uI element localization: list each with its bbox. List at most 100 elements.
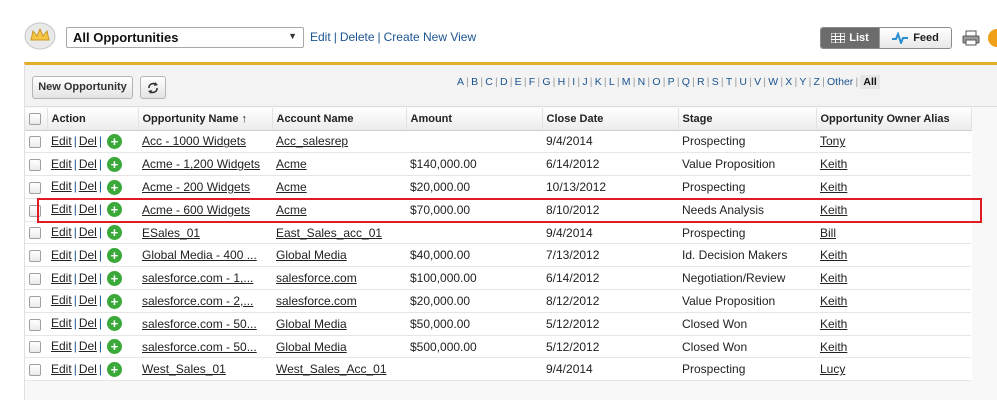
delete-view-link[interactable]: Delete bbox=[340, 30, 375, 44]
column-header-owner-alias[interactable]: Opportunity Owner Alias bbox=[816, 108, 972, 131]
row-checkbox[interactable] bbox=[29, 204, 41, 217]
owner-alias-link[interactable]: Tony bbox=[820, 134, 845, 148]
alpha-filter-p[interactable]: P bbox=[668, 76, 675, 88]
opportunity-name-link[interactable]: Acme - 1,200 Widgets bbox=[142, 157, 260, 171]
row-edit-link[interactable]: Edit bbox=[51, 225, 72, 239]
edit-view-link[interactable]: Edit bbox=[310, 30, 331, 44]
owner-alias-link[interactable]: Keith bbox=[820, 157, 847, 171]
column-header-close-date[interactable]: Close Date bbox=[542, 108, 679, 131]
table-row[interactable]: Edit | Del | + Acme - 600 Widgets Acme $70,000.… bbox=[25, 198, 971, 222]
alpha-filter-u[interactable]: U bbox=[739, 76, 747, 88]
owner-alias-link[interactable]: Lucy bbox=[820, 362, 845, 376]
table-row[interactable]: Edit | Del | + Acme - 1,200 Widgets Acme $140,0… bbox=[25, 152, 971, 177]
opportunity-name-link[interactable]: Acme - 600 Widgets bbox=[142, 203, 250, 217]
alpha-filter-other[interactable]: Other bbox=[827, 76, 853, 88]
opportunity-name-link[interactable]: West_Sales_01 bbox=[142, 362, 226, 376]
row-edit-link[interactable]: Edit bbox=[51, 202, 72, 216]
row-del-link[interactable]: Del bbox=[79, 157, 97, 171]
row-checkbox[interactable] bbox=[29, 318, 41, 331]
owner-alias-link[interactable]: Keith bbox=[820, 317, 847, 331]
account-name-link[interactable]: West_Sales_Acc_01 bbox=[276, 362, 387, 376]
account-name-link[interactable]: Global Media bbox=[276, 340, 347, 354]
add-plus-icon[interactable]: + bbox=[106, 316, 122, 332]
row-del-link[interactable]: Del bbox=[79, 248, 97, 262]
alpha-filter-e[interactable]: E bbox=[515, 76, 522, 88]
table-row[interactable]: Edit | Del | + salesforce.com - 50... Global M… bbox=[25, 312, 971, 336]
list-view-button[interactable]: List bbox=[821, 28, 880, 48]
opportunity-name-link[interactable]: salesforce.com - 1,... bbox=[142, 271, 253, 285]
row-checkbox[interactable] bbox=[29, 273, 41, 285]
add-plus-icon[interactable]: + bbox=[106, 202, 122, 218]
row-checkbox[interactable] bbox=[29, 250, 41, 263]
account-name-link[interactable]: Acc_salesrep bbox=[276, 134, 348, 148]
row-del-link[interactable]: Del bbox=[79, 225, 97, 239]
account-name-link[interactable]: Global Media bbox=[276, 248, 347, 262]
owner-alias-link[interactable]: Keith bbox=[820, 294, 847, 308]
row-checkbox[interactable] bbox=[29, 341, 41, 354]
opportunity-name-link[interactable]: salesforce.com - 2,... bbox=[142, 294, 253, 308]
feed-view-button[interactable]: Feed bbox=[879, 28, 951, 48]
table-row[interactable]: Edit | Del | + salesforce.com - 2,... salesfor… bbox=[25, 289, 971, 313]
alpha-filter-z[interactable]: Z bbox=[813, 76, 819, 88]
printer-icon[interactable] bbox=[962, 29, 980, 47]
opportunity-name-link[interactable]: Global Media - 400 ... bbox=[142, 248, 257, 262]
row-del-link[interactable]: Del bbox=[79, 202, 97, 216]
view-selector[interactable]: All Opportunities ▼ bbox=[66, 27, 304, 48]
row-del-link[interactable]: Del bbox=[79, 179, 97, 193]
row-checkbox[interactable] bbox=[29, 295, 41, 308]
row-edit-link[interactable]: Edit bbox=[51, 134, 72, 148]
opportunity-name-link[interactable]: Acme - 200 Widgets bbox=[142, 180, 250, 194]
opportunity-name-link[interactable]: ESales_01 bbox=[142, 226, 200, 240]
opportunity-name-link[interactable]: salesforce.com - 50... bbox=[142, 340, 257, 354]
refresh-button[interactable] bbox=[140, 76, 166, 99]
row-edit-link[interactable]: Edit bbox=[51, 316, 72, 330]
row-checkbox[interactable] bbox=[29, 136, 41, 149]
row-edit-link[interactable]: Edit bbox=[51, 271, 72, 285]
column-header-opportunity-name[interactable]: Opportunity Name ↑ bbox=[138, 108, 273, 131]
add-plus-icon[interactable]: + bbox=[106, 248, 122, 264]
table-row[interactable]: Edit | Del | + Global Media - 400 ... Global M… bbox=[25, 243, 971, 268]
account-name-link[interactable]: Acme bbox=[276, 203, 307, 217]
help-icon[interactable] bbox=[988, 29, 997, 47]
alpha-filter-w[interactable]: W bbox=[768, 76, 778, 88]
account-name-link[interactable]: salesforce.com bbox=[276, 271, 357, 285]
row-checkbox[interactable] bbox=[29, 159, 41, 172]
column-header-account-name[interactable]: Account Name bbox=[272, 108, 407, 131]
row-del-link[interactable]: Del bbox=[79, 362, 97, 376]
owner-alias-link[interactable]: Keith bbox=[820, 271, 847, 285]
table-row[interactable]: Edit | Del | + ESales_01 East_Sales_acc_01 9/4/… bbox=[25, 221, 971, 245]
account-name-link[interactable]: salesforce.com bbox=[276, 294, 357, 308]
add-plus-icon[interactable]: + bbox=[106, 179, 122, 195]
alpha-filter-q[interactable]: Q bbox=[682, 76, 690, 88]
add-plus-icon[interactable]: + bbox=[106, 156, 122, 172]
alpha-filter-all[interactable]: All bbox=[860, 75, 880, 89]
alpha-filter-k[interactable]: K bbox=[595, 76, 602, 88]
owner-alias-link[interactable]: Bill bbox=[820, 226, 836, 240]
row-del-link[interactable]: Del bbox=[79, 293, 97, 307]
alpha-filter-d[interactable]: D bbox=[500, 76, 508, 88]
owner-alias-link[interactable]: Keith bbox=[820, 248, 847, 262]
alpha-filter-s[interactable]: S bbox=[712, 76, 719, 88]
row-checkbox[interactable] bbox=[29, 181, 41, 194]
owner-alias-link[interactable]: Keith bbox=[820, 180, 847, 194]
row-del-link[interactable]: Del bbox=[79, 134, 97, 148]
row-edit-link[interactable]: Edit bbox=[51, 179, 72, 193]
row-checkbox[interactable] bbox=[29, 364, 41, 377]
add-plus-icon[interactable]: + bbox=[106, 339, 122, 355]
account-name-link[interactable]: East_Sales_acc_01 bbox=[276, 226, 382, 240]
add-plus-icon[interactable]: + bbox=[106, 293, 122, 309]
alpha-filter-c[interactable]: C bbox=[485, 76, 493, 88]
create-new-view-link[interactable]: Create New View bbox=[384, 30, 476, 44]
table-row[interactable]: Edit | Del | + salesforce.com - 1,... salesfor… bbox=[25, 266, 971, 291]
alpha-filter-r[interactable]: R bbox=[697, 76, 705, 88]
alpha-filter-l[interactable]: L bbox=[609, 76, 615, 88]
column-header-stage[interactable]: Stage bbox=[678, 108, 817, 131]
table-row[interactable]: Edit | Del | + Acc - 1000 Widgets Acc_salesrep… bbox=[25, 130, 971, 154]
row-del-link[interactable]: Del bbox=[79, 271, 97, 285]
account-name-link[interactable]: Acme bbox=[276, 180, 307, 194]
row-edit-link[interactable]: Edit bbox=[51, 293, 72, 307]
owner-alias-link[interactable]: Keith bbox=[820, 203, 847, 217]
row-edit-link[interactable]: Edit bbox=[51, 157, 72, 171]
row-del-link[interactable]: Del bbox=[79, 339, 97, 353]
alpha-filter-a[interactable]: A bbox=[457, 76, 464, 88]
